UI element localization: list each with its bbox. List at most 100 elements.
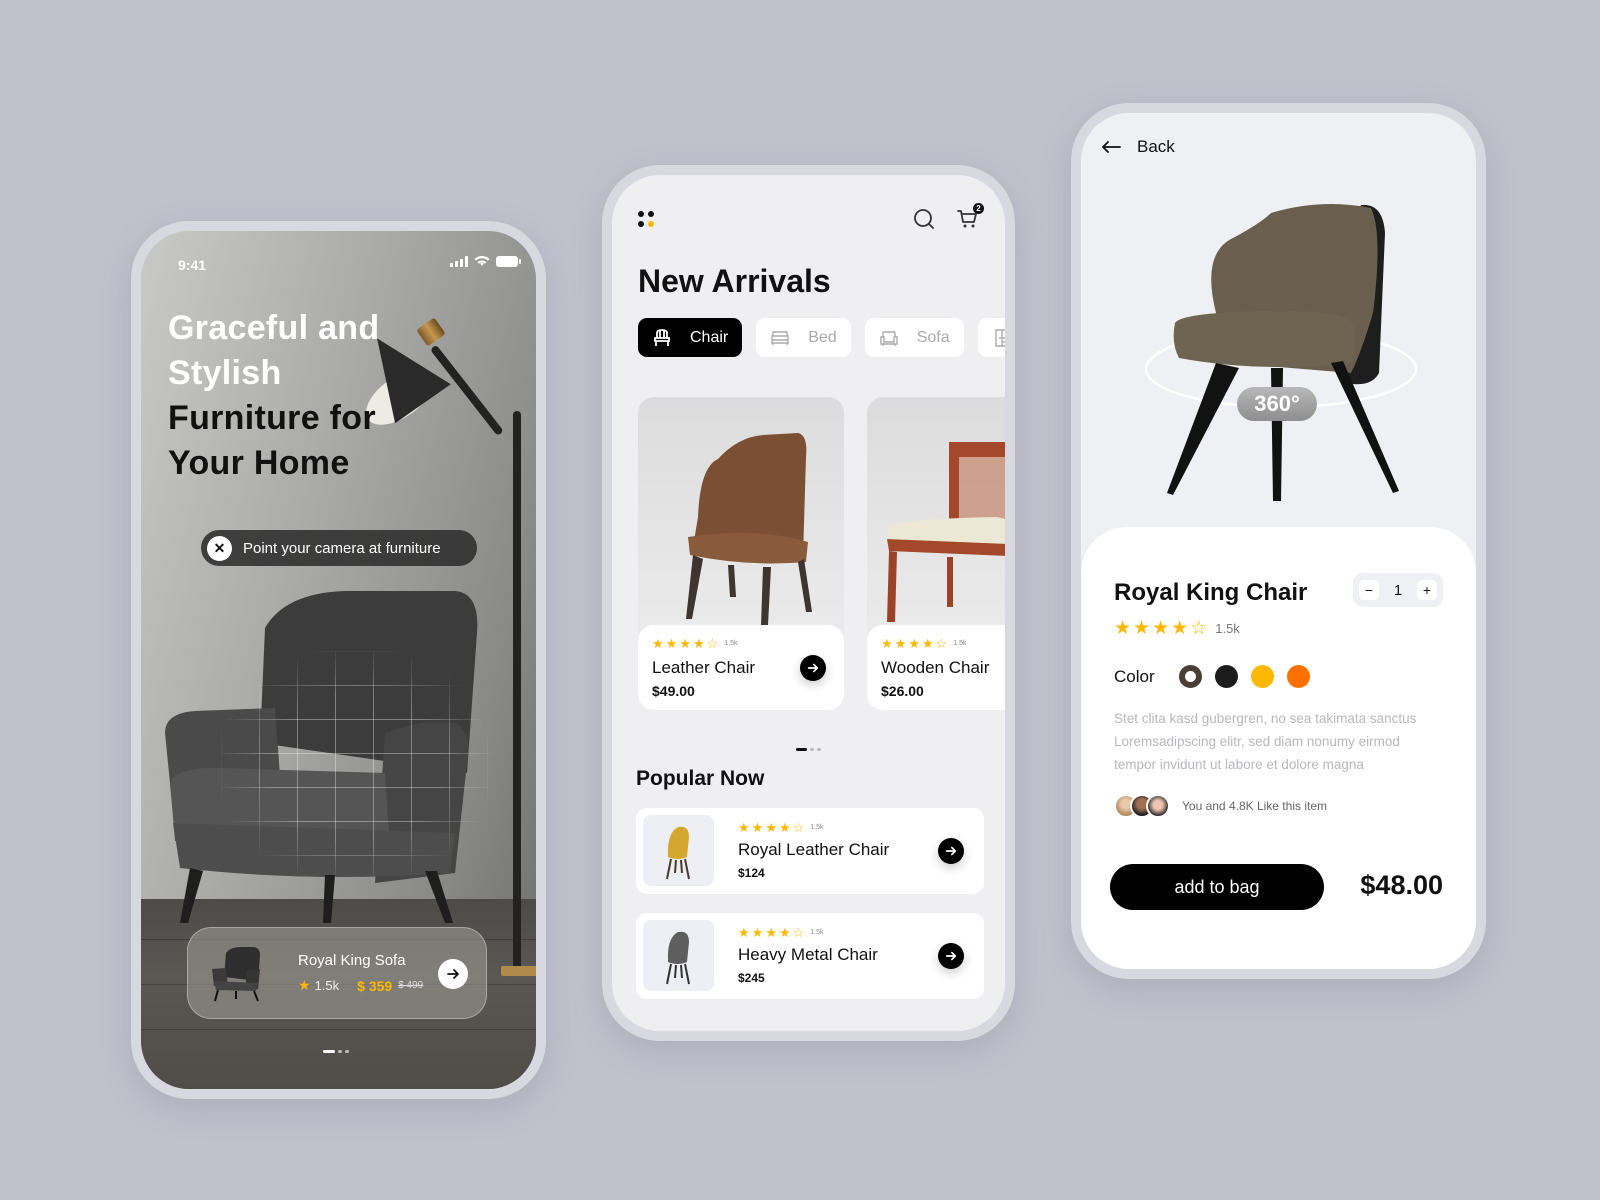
rating-stars: ★ ★ ★ ★ ☆ 1.5k: [881, 636, 967, 651]
camera-hint-text: Point your camera at furniture: [243, 539, 441, 557]
phone-ar-scan: 9:41 Graceful and Stylish Furniture for …: [131, 221, 546, 1099]
product-detail-sheet: Royal King Chair − 1 + ★ ★ ★ ★ ☆ 1.5k Color …: [1081, 527, 1476, 969]
status-time: 9:41: [178, 257, 207, 273]
rating-stars: ★ ★ ★ ★ ☆ 1.5k: [738, 820, 824, 835]
product-price: $26.00: [881, 683, 924, 699]
hero-line: Stylish: [168, 354, 282, 392]
qty-value: 1: [1393, 581, 1403, 599]
page-dot[interactable]: [345, 1050, 349, 1053]
tab-cupboard[interactable]: Cupboard: [977, 318, 1005, 357]
rotate-360-badge[interactable]: 360°: [1237, 387, 1317, 421]
product-description: Stet clita kasd gubergren, no sea takima…: [1114, 711, 1417, 772]
camera-hint-pill: ✕ Point your camera at furniture: [201, 530, 477, 566]
section-title: Popular Now: [636, 767, 765, 790]
hero-line: Furniture for: [168, 399, 376, 437]
hero-line: Your Home: [168, 444, 350, 482]
cart-button[interactable]: 2: [956, 203, 984, 231]
rating-count: 1.5k: [810, 824, 824, 831]
page-indicator: [796, 748, 821, 751]
back-button[interactable]: Back: [1101, 137, 1175, 157]
page-title: New Arrivals: [638, 263, 831, 299]
status-icons: [450, 255, 521, 267]
color-swatch[interactable]: [1214, 665, 1238, 688]
rating-count: 1.5k: [1215, 621, 1240, 636]
color-swatch[interactable]: [1286, 665, 1310, 688]
product-name: Heavy Metal Chair: [738, 945, 878, 964]
back-label: Back: [1137, 137, 1175, 156]
rating-stars: ★ ★ ★ ★ ☆ 1.5k: [1114, 618, 1240, 639]
bed-icon: [771, 330, 789, 345]
product-old-price: $ 499: [398, 980, 424, 991]
page-dot[interactable]: [817, 748, 821, 751]
avatar: [1146, 794, 1170, 818]
chair-icon: [654, 328, 670, 346]
catalog-screen: 2 New Arrivals Chair Bed Sofa Cupboard: [612, 175, 1005, 1031]
page-dot[interactable]: [796, 748, 807, 751]
color-swatch[interactable]: [1250, 665, 1274, 688]
qty-minus-button[interactable]: −: [1359, 580, 1379, 600]
product-info: ★ ★ ★ ★ ☆ 1.5k Heavy Metal Chair $245: [738, 926, 878, 985]
tab-label: Sofa: [916, 328, 950, 346]
product-name: Royal Leather Chair: [738, 840, 890, 859]
leather-chair-image: [686, 433, 812, 625]
detail-screen: Back 360° Royal King Chair − 1 + ★ ★ ★ ★ ☆ 1…: [1081, 113, 1476, 969]
qty-plus-button[interactable]: +: [1417, 580, 1437, 600]
tab-label: Bed: [808, 328, 837, 346]
ar-product-card[interactable]: Royal King Sofa ★ 1.5k $ 359 $ 499: [187, 927, 487, 1019]
page-dot[interactable]: [323, 1050, 335, 1053]
rating-stars: ★ ★ ★ ★ ☆ 1.5k: [652, 636, 738, 651]
product-name: Royal King Chair: [1114, 579, 1308, 606]
close-icon[interactable]: ✕: [207, 535, 232, 561]
product-name: Wooden Chair: [881, 658, 990, 677]
product-card[interactable]: ★ ★ ★ ★ ☆ 1.5k Wooden Chair $26.00: [867, 397, 1005, 710]
color-label: Color: [1114, 666, 1155, 686]
product-name: Royal King Sofa: [298, 952, 406, 969]
search-icon[interactable]: [912, 207, 936, 231]
signal-icon: [450, 255, 468, 267]
product-price: $ 359: [357, 977, 393, 994]
phone-catalog: 2 New Arrivals Chair Bed Sofa Cupboard: [602, 165, 1015, 1041]
page-indicator: [323, 1050, 349, 1053]
ar-grid-overlay: [221, 651, 491, 881]
arrow-left-icon: [1102, 141, 1121, 153]
add-to-bag-button[interactable]: add to bag: [1110, 864, 1324, 910]
tab-sofa[interactable]: Sofa: [864, 318, 964, 357]
product-info: ★ ★ ★ ★ ☆ 1.5k Royal Leather Chair $124: [738, 821, 889, 880]
tab-bed[interactable]: Bed: [756, 318, 851, 357]
ar-product-info: Royal King Sofa ★ 1.5k $ 359 $ 499: [298, 952, 423, 994]
star-icon: ★: [298, 977, 311, 993]
new-arrivals-carousel: ★ ★ ★ ★ ☆ 1.5k Leather Chair $49.00 ★ ★ …: [638, 397, 1005, 710]
product-price: $124: [738, 866, 765, 880]
sofa-icon: [880, 330, 898, 346]
quantity-stepper: − 1 +: [1353, 573, 1443, 607]
product-card[interactable]: ★ ★ ★ ★ ☆ 1.5k Leather Chair $49.00: [638, 397, 844, 710]
rating-count: 1.5k: [724, 640, 738, 647]
chair-360-image[interactable]: [1121, 173, 1451, 513]
hero-title: Graceful and Stylish Furniture for Your …: [168, 306, 379, 486]
lamp-base: [501, 966, 536, 976]
rating-stars: ★ ★ ★ ★ ☆ 1.5k: [738, 925, 824, 940]
wifi-icon: [474, 256, 490, 266]
rating-count: 1.5k: [314, 978, 340, 993]
popular-item[interactable]: ★ ★ ★ ★ ☆ 1.5k Royal Leather Chair $124: [636, 808, 984, 894]
color-swatch[interactable]: [1178, 665, 1202, 688]
page-dot[interactable]: [338, 1050, 342, 1053]
arrow-right-icon[interactable]: [438, 959, 468, 989]
battery-icon: [496, 255, 521, 267]
menu-dots-icon[interactable]: [638, 211, 654, 227]
page-dot[interactable]: [810, 748, 814, 751]
tab-chair[interactable]: Chair: [638, 318, 743, 357]
arrow-right-icon[interactable]: [800, 655, 826, 681]
arrow-right-icon[interactable]: [938, 943, 964, 969]
phone-product-detail: Back 360° Royal King Chair − 1 + ★ ★ ★ ★ ☆ 1…: [1071, 103, 1486, 979]
product-meta: ★ 1.5k $ 359 $ 499: [298, 977, 423, 994]
cart-badge: 2: [973, 203, 984, 214]
ar-screen: 9:41 Graceful and Stylish Furniture for …: [141, 231, 536, 1089]
rating-count: 1.5k: [810, 929, 824, 936]
wooden-chair-image: [887, 442, 1005, 622]
arrow-right-icon[interactable]: [938, 838, 964, 864]
product-price: $245: [738, 971, 765, 985]
popular-item[interactable]: ★ ★ ★ ★ ☆ 1.5k Heavy Metal Chair $245: [636, 913, 984, 999]
color-picker: Color: [1114, 665, 1323, 688]
product-thumbnail: [643, 920, 714, 991]
